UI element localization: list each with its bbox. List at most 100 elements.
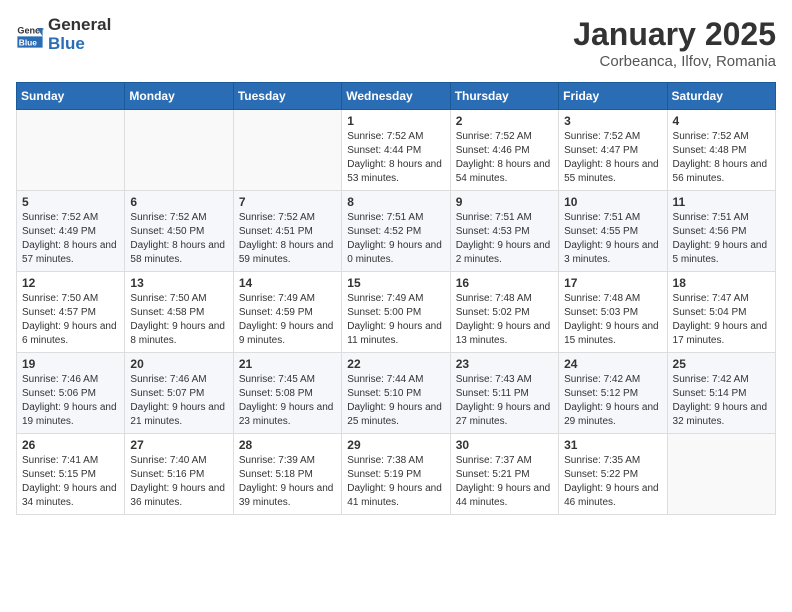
day-number: 10 bbox=[564, 195, 661, 209]
day-number: 24 bbox=[564, 357, 661, 371]
calendar-cell: 29 Sunrise: 7:38 AMSunset: 5:19 PMDayligh… bbox=[342, 434, 450, 515]
day-info: Sunrise: 7:52 AMSunset: 4:47 PMDaylight:… bbox=[564, 130, 661, 186]
day-info: Sunrise: 7:46 AMSunset: 5:07 PMDaylight:… bbox=[130, 373, 227, 429]
calendar-cell: 10 Sunrise: 7:51 AMSunset: 4:55 PMDayligh… bbox=[559, 191, 667, 272]
day-number: 21 bbox=[239, 357, 336, 371]
calendar-cell bbox=[233, 110, 341, 191]
day-info: Sunrise: 7:48 AMSunset: 5:03 PMDaylight:… bbox=[564, 292, 661, 348]
day-info: Sunrise: 7:45 AMSunset: 5:08 PMDaylight:… bbox=[239, 373, 336, 429]
calendar-cell: 21 Sunrise: 7:45 AMSunset: 5:08 PMDayligh… bbox=[233, 353, 341, 434]
day-info: Sunrise: 7:52 AMSunset: 4:49 PMDaylight:… bbox=[22, 211, 119, 267]
day-number: 13 bbox=[130, 276, 227, 290]
day-info: Sunrise: 7:51 AMSunset: 4:52 PMDaylight:… bbox=[347, 211, 444, 267]
calendar-cell: 19 Sunrise: 7:46 AMSunset: 5:06 PMDayligh… bbox=[17, 353, 125, 434]
logo-icon: General Blue bbox=[16, 21, 44, 49]
day-info: Sunrise: 7:43 AMSunset: 5:11 PMDaylight:… bbox=[456, 373, 553, 429]
logo-general-text: General bbox=[48, 16, 111, 35]
calendar-cell: 25 Sunrise: 7:42 AMSunset: 5:14 PMDayligh… bbox=[667, 353, 775, 434]
day-info: Sunrise: 7:49 AMSunset: 4:59 PMDaylight:… bbox=[239, 292, 336, 348]
calendar-cell: 5 Sunrise: 7:52 AMSunset: 4:49 PMDaylight… bbox=[17, 191, 125, 272]
day-number: 30 bbox=[456, 438, 553, 452]
day-info: Sunrise: 7:40 AMSunset: 5:16 PMDaylight:… bbox=[130, 454, 227, 510]
month-title: January 2025 bbox=[573, 16, 776, 53]
day-info: Sunrise: 7:42 AMSunset: 5:14 PMDaylight:… bbox=[673, 373, 770, 429]
day-number: 7 bbox=[239, 195, 336, 209]
calendar-cell: 13 Sunrise: 7:50 AMSunset: 4:58 PMDayligh… bbox=[125, 272, 233, 353]
calendar-week-row: 12Sunrise: 7:50 AMSunset: 4:57 PMDayligh… bbox=[17, 272, 776, 353]
location-subtitle: Corbeanca, Ilfov, Romania bbox=[573, 53, 776, 70]
day-number: 19 bbox=[22, 357, 119, 371]
day-info: Sunrise: 7:44 AMSunset: 5:10 PMDaylight:… bbox=[347, 373, 444, 429]
calendar-cell: 2Sunrise: 7:52 AMSunset: 4:46 PMDaylight… bbox=[450, 110, 558, 191]
title-area: January 2025 Corbeanca, Ilfov, Romania bbox=[573, 16, 776, 70]
calendar-cell: 14 Sunrise: 7:49 AMSunset: 4:59 PMDayligh… bbox=[233, 272, 341, 353]
weekday-header-wednesday: Wednesday bbox=[342, 83, 450, 110]
day-number: 11 bbox=[673, 195, 770, 209]
day-info: Sunrise: 7:37 AMSunset: 5:21 PMDaylight:… bbox=[456, 454, 553, 510]
calendar-cell: 30 Sunrise: 7:37 AMSunset: 5:21 PMDayligh… bbox=[450, 434, 558, 515]
day-number: 5 bbox=[22, 195, 119, 209]
day-info: Sunrise: 7:52 AMSunset: 4:48 PMDaylight:… bbox=[673, 130, 770, 186]
day-info: Sunrise: 7:39 AMSunset: 5:18 PMDaylight:… bbox=[239, 454, 336, 510]
calendar-cell: 24 Sunrise: 7:42 AMSunset: 5:12 PMDayligh… bbox=[559, 353, 667, 434]
day-info: Sunrise: 7:51 AMSunset: 4:55 PMDaylight:… bbox=[564, 211, 661, 267]
calendar-week-row: 1 Sunrise: 7:52 AMSunset: 4:44 PMDaylight… bbox=[17, 110, 776, 191]
day-number: 4 bbox=[673, 114, 770, 128]
day-number: 16 bbox=[456, 276, 553, 290]
day-number: 26 bbox=[22, 438, 119, 452]
calendar-cell: 23 Sunrise: 7:43 AMSunset: 5:11 PMDayligh… bbox=[450, 353, 558, 434]
calendar-cell: 16 Sunrise: 7:48 AMSunset: 5:02 PMDayligh… bbox=[450, 272, 558, 353]
day-info: Sunrise: 7:52 AMSunset: 4:44 PMDaylight:… bbox=[347, 130, 444, 186]
day-info: Sunrise: 7:51 AMSunset: 4:56 PMDaylight:… bbox=[673, 211, 770, 267]
calendar-cell: 4 Sunrise: 7:52 AMSunset: 4:48 PMDaylight… bbox=[667, 110, 775, 191]
calendar-table: SundayMondayTuesdayWednesdayThursdayFrid… bbox=[16, 82, 776, 515]
calendar-cell: 8 Sunrise: 7:51 AMSunset: 4:52 PMDaylight… bbox=[342, 191, 450, 272]
day-info: Sunrise: 7:47 AMSunset: 5:04 PMDaylight:… bbox=[673, 292, 770, 348]
calendar-cell: 22Sunrise: 7:44 AMSunset: 5:10 PMDayligh… bbox=[342, 353, 450, 434]
day-info: Sunrise: 7:48 AMSunset: 5:02 PMDaylight:… bbox=[456, 292, 553, 348]
calendar-cell: 3 Sunrise: 7:52 AMSunset: 4:47 PMDaylight… bbox=[559, 110, 667, 191]
day-number: 15 bbox=[347, 276, 444, 290]
day-number: 17 bbox=[564, 276, 661, 290]
day-number: 8 bbox=[347, 195, 444, 209]
day-info: Sunrise: 7:38 AMSunset: 5:19 PMDaylight:… bbox=[347, 454, 444, 510]
day-number: 18 bbox=[673, 276, 770, 290]
calendar-cell: 1 Sunrise: 7:52 AMSunset: 4:44 PMDaylight… bbox=[342, 110, 450, 191]
day-number: 1 bbox=[347, 114, 444, 128]
day-number: 9 bbox=[456, 195, 553, 209]
day-info: Sunrise: 7:46 AMSunset: 5:06 PMDaylight:… bbox=[22, 373, 119, 429]
day-info: Sunrise: 7:50 AMSunset: 4:58 PMDaylight:… bbox=[130, 292, 227, 348]
day-info: Sunrise: 7:51 AMSunset: 4:53 PMDaylight:… bbox=[456, 211, 553, 267]
day-info: Sunrise: 7:42 AMSunset: 5:12 PMDaylight:… bbox=[564, 373, 661, 429]
calendar-cell: 27 Sunrise: 7:40 AMSunset: 5:16 PMDayligh… bbox=[125, 434, 233, 515]
logo: General Blue General Blue bbox=[16, 16, 111, 53]
weekday-header-tuesday: Tuesday bbox=[233, 83, 341, 110]
day-number: 20 bbox=[130, 357, 227, 371]
day-number: 2 bbox=[456, 114, 553, 128]
day-number: 28 bbox=[239, 438, 336, 452]
calendar-cell bbox=[667, 434, 775, 515]
weekday-header-monday: Monday bbox=[125, 83, 233, 110]
day-number: 29 bbox=[347, 438, 444, 452]
day-info: Sunrise: 7:41 AMSunset: 5:15 PMDaylight:… bbox=[22, 454, 119, 510]
calendar-cell: 26 Sunrise: 7:41 AMSunset: 5:15 PMDayligh… bbox=[17, 434, 125, 515]
day-number: 27 bbox=[130, 438, 227, 452]
day-number: 12 bbox=[22, 276, 119, 290]
logo-blue-text: Blue bbox=[48, 35, 111, 54]
day-info: Sunrise: 7:52 AMSunset: 4:50 PMDaylight:… bbox=[130, 211, 227, 267]
calendar-week-row: 5 Sunrise: 7:52 AMSunset: 4:49 PMDaylight… bbox=[17, 191, 776, 272]
calendar-cell: 17 Sunrise: 7:48 AMSunset: 5:03 PMDayligh… bbox=[559, 272, 667, 353]
calendar-week-row: 26 Sunrise: 7:41 AMSunset: 5:15 PMDayligh… bbox=[17, 434, 776, 515]
calendar-cell: 9 Sunrise: 7:51 AMSunset: 4:53 PMDaylight… bbox=[450, 191, 558, 272]
calendar-cell: 11 Sunrise: 7:51 AMSunset: 4:56 PMDayligh… bbox=[667, 191, 775, 272]
calendar-cell: 18 Sunrise: 7:47 AMSunset: 5:04 PMDayligh… bbox=[667, 272, 775, 353]
weekday-header-row: SundayMondayTuesdayWednesdayThursdayFrid… bbox=[17, 83, 776, 110]
day-number: 3 bbox=[564, 114, 661, 128]
day-number: 31 bbox=[564, 438, 661, 452]
day-info: Sunrise: 7:52 AMSunset: 4:51 PMDaylight:… bbox=[239, 211, 336, 267]
day-number: 25 bbox=[673, 357, 770, 371]
calendar-cell: 15Sunrise: 7:49 AMSunset: 5:00 PMDayligh… bbox=[342, 272, 450, 353]
calendar-week-row: 19 Sunrise: 7:46 AMSunset: 5:06 PMDayligh… bbox=[17, 353, 776, 434]
day-number: 14 bbox=[239, 276, 336, 290]
day-number: 23 bbox=[456, 357, 553, 371]
